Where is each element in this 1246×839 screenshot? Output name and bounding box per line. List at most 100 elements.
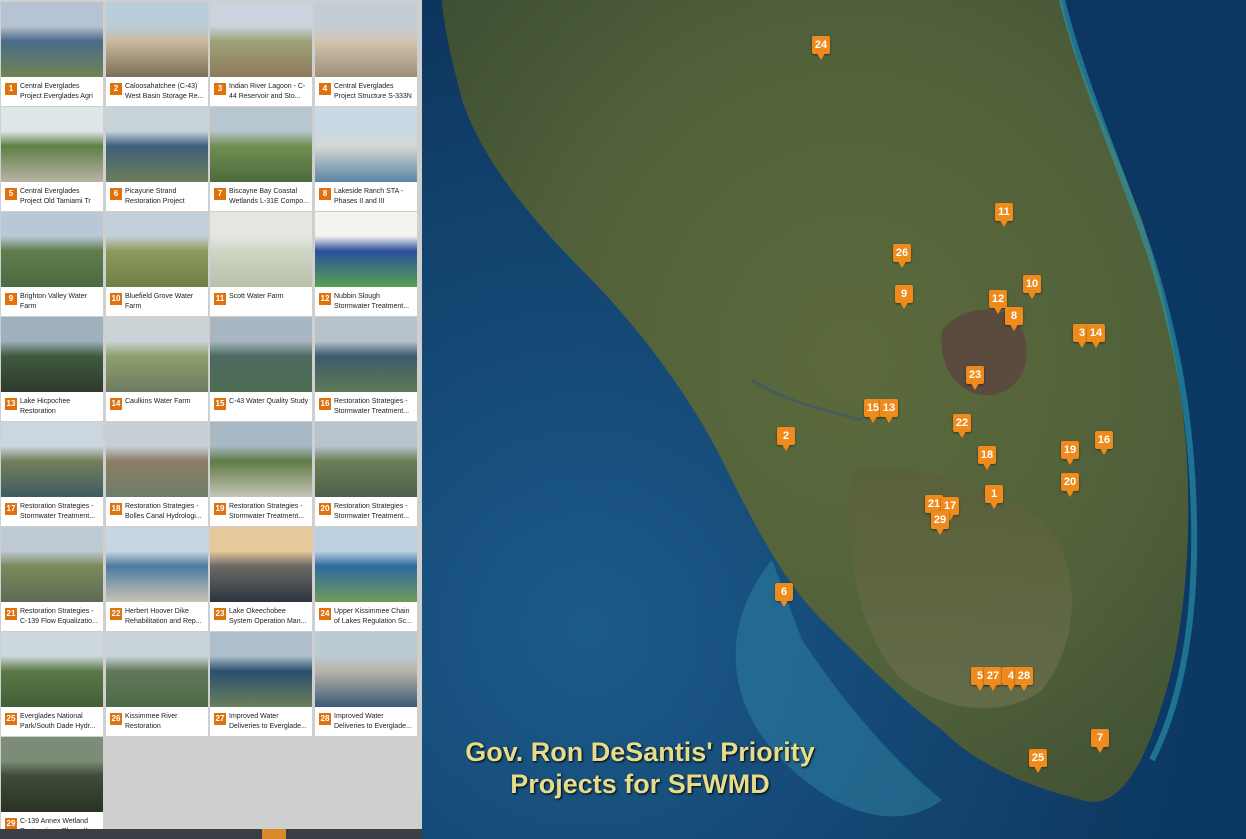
project-card[interactable]: 17 Restoration Strategies - Stormwater Tr… (1, 422, 103, 526)
map-marker-28[interactable]: 28 (1015, 667, 1033, 693)
project-photo[interactable] (315, 527, 417, 602)
project-photo[interactable] (106, 632, 208, 707)
map-marker-18[interactable]: 18 (978, 446, 996, 472)
map-marker-25[interactable]: 25 (1029, 749, 1047, 775)
map-marker-1[interactable]: 1 (985, 485, 1003, 511)
project-card[interactable]: 6 Picayune Strand Restoration Project (106, 107, 208, 211)
project-photo[interactable] (1, 422, 103, 497)
project-card[interactable]: 14 Caulkins Water Farm (106, 317, 208, 421)
project-card[interactable]: 8 Lakeside Ranch STA - Phases II and III (315, 107, 417, 211)
project-number-badge: 6 (110, 188, 122, 200)
map-marker-24[interactable]: 24 (812, 36, 830, 62)
project-card[interactable]: 12 Nubbin Slough Stormwater Treatment... (315, 212, 417, 316)
project-photo[interactable] (1, 632, 103, 707)
project-photo[interactable] (106, 2, 208, 77)
project-title: Restoration Strategies - Stormwater Trea… (334, 503, 410, 520)
project-photo[interactable] (315, 422, 417, 497)
project-card[interactable]: 28 Improved Water Deliveries to Everglade… (315, 632, 417, 736)
project-card[interactable]: 25 Everglades National Park/South Dade Hy… (1, 632, 103, 736)
project-number-badge: 4 (319, 83, 331, 95)
project-number-badge: 2 (110, 83, 122, 95)
map-marker-23[interactable]: 23 (966, 366, 984, 392)
map-marker-9[interactable]: 9 (895, 285, 913, 311)
project-card[interactable]: 27 Improved Water Deliveries to Everglade… (210, 632, 312, 736)
map-marker-14[interactable]: 14 (1087, 324, 1105, 350)
project-photo[interactable] (315, 632, 417, 707)
project-card[interactable]: 22 Herbert Hoover Dike Rehabilitation and… (106, 527, 208, 631)
map-marker-7[interactable]: 7 (1091, 729, 1109, 755)
project-card[interactable]: 1 Central Everglades Project Everglades A… (1, 2, 103, 106)
map-marker-11[interactable]: 11 (995, 203, 1013, 229)
project-photo[interactable] (106, 527, 208, 602)
project-photo[interactable] (106, 422, 208, 497)
gallery-scrollbar[interactable] (0, 829, 422, 839)
project-caption: 23 Lake Okeechobee System Operation Man..… (210, 604, 312, 631)
marker-label: 29 (933, 514, 947, 526)
project-card[interactable]: 21 Restoration Strategies - C-139 Flow Eq… (1, 527, 103, 631)
marker-label: 23 (968, 369, 982, 381)
project-card[interactable]: 18 Restoration Strategies - Bolles Canal … (106, 422, 208, 526)
project-card[interactable]: 20 Restoration Strategies - Stormwater Tr… (315, 422, 417, 526)
project-card[interactable]: 13 Lake Hicpochee Restoration (1, 317, 103, 421)
project-card[interactable]: 2 Caloosahatchee (C-43) West Basin Storag… (106, 2, 208, 106)
project-photo[interactable] (1, 317, 103, 392)
project-photo[interactable] (1, 107, 103, 182)
project-photo[interactable] (315, 107, 417, 182)
project-photo[interactable] (210, 107, 312, 182)
project-card[interactable]: 4 Central Everglades Project Structure S-… (315, 2, 417, 106)
project-card[interactable]: 9 Brighton Valley Water Farm (1, 212, 103, 316)
project-card[interactable]: 7 Biscayne Bay Coastal Wetlands L-31E Com… (210, 107, 312, 211)
gallery-scrollbar-thumb[interactable] (262, 829, 286, 839)
project-photo[interactable] (1, 212, 103, 287)
map-marker-27[interactable]: 27 (984, 667, 1002, 693)
project-card[interactable]: 15 C-43 Water Quality Study (210, 317, 312, 421)
project-photo[interactable] (210, 317, 312, 392)
project-photo[interactable] (210, 212, 312, 287)
project-card[interactable]: 11 Scott Water Farm (210, 212, 312, 316)
project-title: Central Everglades Project Structure S-3… (334, 83, 412, 100)
map-marker-8[interactable]: 8 (1005, 307, 1023, 333)
project-card[interactable]: 29C-139 Annex Wetland Restoration - Phas… (1, 737, 103, 839)
map-marker-29[interactable]: 29 (931, 511, 949, 537)
map-marker-13[interactable]: 13 (880, 399, 898, 425)
project-photo[interactable] (210, 2, 312, 77)
satellite-map[interactable]: 24 11 26 10 9 12 8 3 14 23 15 13 22 2 18 19 16 20 1 21 17 29 6… (422, 0, 1246, 839)
marker-label: 12 (991, 293, 1005, 305)
map-marker-16[interactable]: 16 (1095, 431, 1113, 457)
project-title: Everglades National Park/South Dade Hydr… (20, 713, 96, 730)
project-photo[interactable] (1, 527, 103, 602)
project-caption: 16 Restoration Strategies - Stormwater Tr… (315, 394, 417, 421)
project-photo[interactable] (315, 2, 417, 77)
project-card[interactable]: 23 Lake Okeechobee System Operation Man..… (210, 527, 312, 631)
map-marker-22[interactable]: 22 (953, 414, 971, 440)
marker-label: 18 (980, 449, 994, 461)
project-title: Improved Water Deliveries to Everglade..… (229, 713, 307, 730)
project-card[interactable]: 10 Bluefield Grove Water Farm (106, 212, 208, 316)
map-marker-6[interactable]: 6 (775, 583, 793, 609)
project-card[interactable]: 24 Upper Kissimmee Chain of Lakes Regulat… (315, 527, 417, 631)
map-marker-19[interactable]: 19 (1061, 441, 1079, 467)
project-photo[interactable] (210, 527, 312, 602)
project-photo[interactable] (106, 212, 208, 287)
project-photo[interactable] (315, 317, 417, 392)
project-photo[interactable] (1, 2, 103, 77)
project-card[interactable]: 19 Restoration Strategies - Stormwater Tr… (210, 422, 312, 526)
marker-label: 9 (900, 288, 908, 300)
project-card[interactable]: 16 Restoration Strategies - Stormwater Tr… (315, 317, 417, 421)
project-photo[interactable] (106, 107, 208, 182)
map-marker-2[interactable]: 2 (777, 427, 795, 453)
project-photo[interactable] (210, 422, 312, 497)
project-photo[interactable] (315, 212, 417, 287)
project-card[interactable]: 5 Central Everglades Project Old Tamiami … (1, 107, 103, 211)
project-card[interactable]: 3 Indian River Lagoon - C-44 Reservoir an… (210, 2, 312, 106)
project-number-badge: 21 (5, 608, 17, 620)
project-photo[interactable] (106, 317, 208, 392)
project-number-badge: 13 (5, 398, 17, 410)
project-photo[interactable] (210, 632, 312, 707)
map-marker-10[interactable]: 10 (1023, 275, 1041, 301)
project-card[interactable]: 26 Kissimmee River Restoration (106, 632, 208, 736)
project-photo[interactable] (1, 737, 103, 812)
map-marker-20[interactable]: 20 (1061, 473, 1079, 499)
map-marker-26[interactable]: 26 (893, 244, 911, 270)
marker-label: 7 (1096, 732, 1104, 744)
